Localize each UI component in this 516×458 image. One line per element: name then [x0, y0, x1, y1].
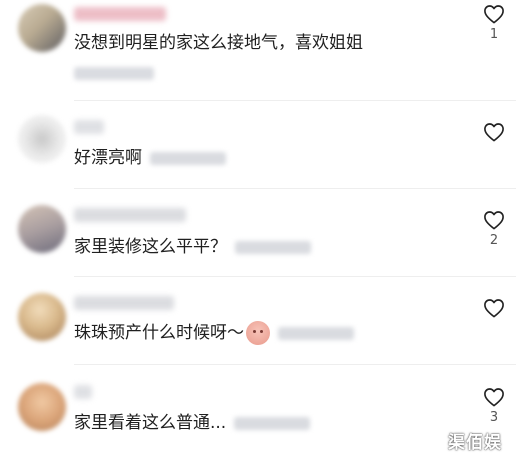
- avatar[interactable]: [18, 4, 66, 52]
- comment-item: 没想到明星的家这么接地气，喜欢姐姐 1: [0, 0, 516, 88]
- comment-meta-blurred: [235, 240, 311, 254]
- like-button[interactable]: 3: [481, 387, 507, 425]
- comment-text-content: 珠珠预产什么时候呀～: [74, 323, 244, 343]
- like-count: 1: [489, 27, 499, 42]
- comment-item: 家里装修这么平平？ 2: [0, 189, 516, 277]
- comment-meta-blurred: [278, 326, 354, 340]
- comment-text: 没想到明星的家这么接地气，喜欢姐姐: [74, 33, 363, 53]
- like-button[interactable]: [481, 122, 507, 146]
- avatar[interactable]: [18, 205, 66, 253]
- comment-text-content: 家里看着这么普通...: [74, 413, 227, 433]
- comment-text: 家里看着这么普通...: [74, 412, 311, 434]
- watermark: 渠佰娱: [448, 433, 502, 453]
- username-blurred[interactable]: [74, 120, 104, 134]
- like-button[interactable]: 2: [481, 210, 507, 248]
- avatar[interactable]: [18, 293, 66, 341]
- comment-text: 珠珠预产什么时候呀～: [74, 321, 354, 345]
- comment-meta-blurred: [150, 151, 226, 165]
- comment-text: 好漂亮啊: [74, 147, 226, 169]
- heart-outline-icon: [484, 388, 504, 407]
- comment-item: 珠珠预产什么时候呀～: [0, 277, 516, 365]
- comment-item: 好漂亮啊: [0, 101, 516, 189]
- like-count: 2: [489, 233, 499, 248]
- like-count: 3: [489, 410, 499, 425]
- emoji-icon: [246, 321, 270, 345]
- username-blurred[interactable]: [74, 208, 186, 222]
- heart-outline-icon: [484, 299, 504, 318]
- comment-text: 家里装修这么平平？: [74, 236, 311, 258]
- username-blurred[interactable]: [74, 385, 92, 399]
- heart-outline-icon: [484, 5, 504, 24]
- comment-text-content: 家里装修这么平平？: [74, 237, 227, 257]
- comment-meta-blurred: [234, 416, 311, 430]
- like-button[interactable]: [481, 298, 507, 322]
- username-blurred[interactable]: [74, 296, 174, 310]
- heart-outline-icon: [484, 211, 504, 230]
- heart-outline-icon: [484, 123, 504, 142]
- like-button[interactable]: 1: [481, 4, 507, 42]
- avatar[interactable]: [18, 383, 66, 431]
- comment-item: 家里看着这么普通... 3: [0, 365, 516, 453]
- username-blurred[interactable]: [74, 7, 166, 21]
- comment-meta-blurred: [74, 67, 154, 80]
- avatar[interactable]: [18, 115, 66, 163]
- comment-text-content: 好漂亮啊: [74, 148, 142, 168]
